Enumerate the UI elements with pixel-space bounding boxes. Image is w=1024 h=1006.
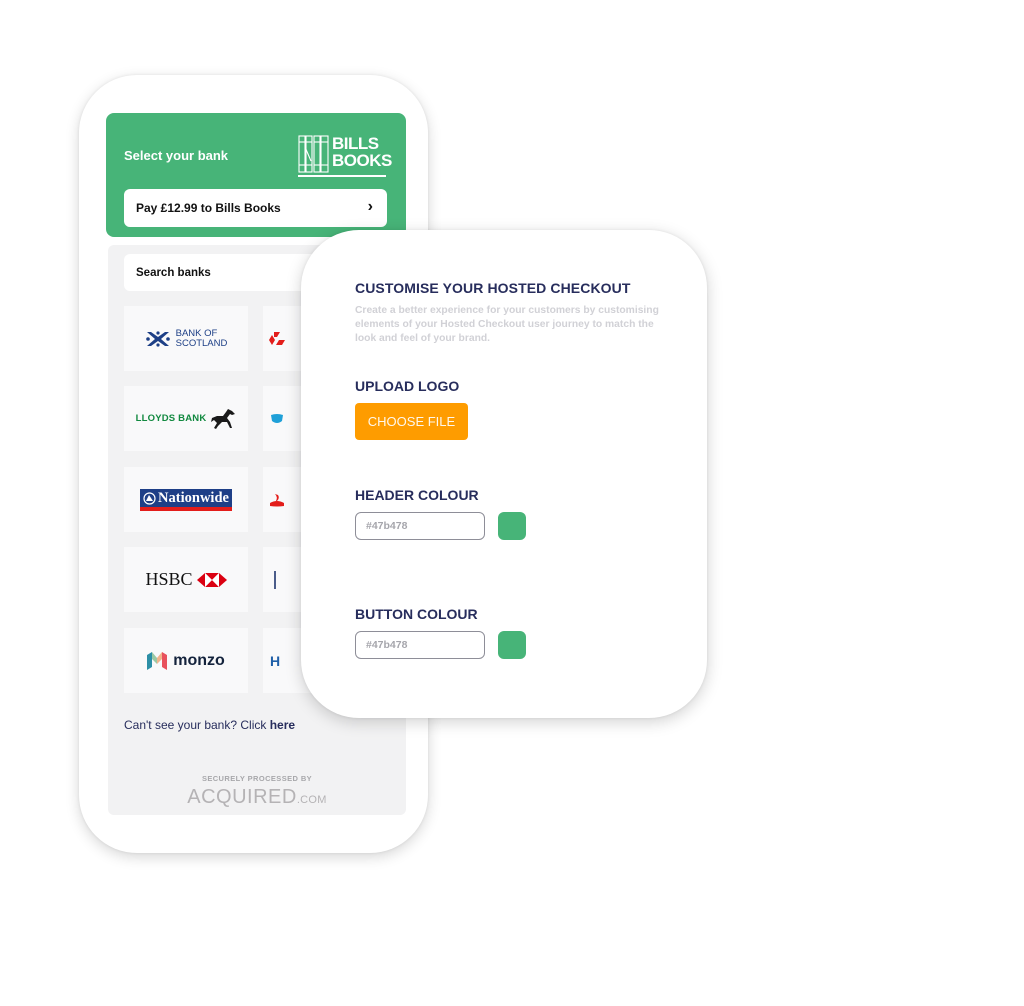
pay-button[interactable]: Pay £12.99 to Bills Books › — [124, 189, 387, 227]
bank-tile-lloyds[interactable]: LLOYDS BANK — [124, 386, 248, 451]
nationwide-emblem-icon — [143, 491, 156, 505]
customise-description: Create a better experience for your cust… — [355, 305, 659, 344]
pay-button-label: Pay £12.99 to Bills Books — [136, 201, 281, 215]
brand-line1: BILLS — [332, 134, 379, 153]
button-colour-input[interactable] — [355, 631, 485, 659]
bank-of-scotland-saltire-icon — [145, 330, 170, 347]
cant-see-bank-text: Can't see your bank? Click here — [124, 718, 295, 732]
choose-file-button[interactable]: CHOOSE FILE — [355, 403, 468, 440]
bills-books-logo: BILLS BOOKS — [298, 135, 392, 179]
lloyds-horse-icon — [211, 408, 236, 429]
header-colour-label: HEADER COLOUR — [355, 487, 479, 503]
monzo-label: monzo — [173, 651, 225, 669]
brand-line2: BOOKS — [332, 151, 392, 170]
customise-card: CUSTOMISE YOUR HOSTED CHECKOUT Create a … — [301, 230, 707, 718]
halifax-label: H — [269, 652, 281, 669]
upload-logo-label: UPLOAD LOGO — [355, 378, 460, 394]
button-colour-label: BUTTON COLOUR — [355, 606, 478, 622]
header-colour-input[interactable] — [355, 512, 485, 540]
acquired-main: ACQUIRED — [187, 786, 297, 808]
button-colour-swatch[interactable] — [498, 631, 526, 659]
cant-see-label: Can't see your bank? Click — [124, 718, 270, 732]
bank-tile-hsbc[interactable]: HSBC — [124, 547, 248, 612]
santander-flame-icon — [270, 493, 284, 506]
hsbc-hexagon-icon — [196, 572, 227, 587]
barclays-eagle-icon — [271, 413, 283, 423]
bank-tile-monzo[interactable]: monzo — [124, 628, 248, 693]
books-icon — [298, 135, 329, 173]
bank-tile-bank-of-scotland[interactable]: BANK OF SCOTLAND — [124, 306, 248, 371]
securely-processed-label: SECURELY PROCESSED BY — [201, 774, 313, 783]
natwest-cubes-icon — [269, 331, 285, 345]
nationwide-logo: Nationwide — [140, 488, 232, 511]
hsbc-label: HSBC — [145, 569, 193, 589]
chevron-right-icon: › — [367, 198, 373, 215]
monzo-m-icon — [147, 651, 168, 670]
header-title: Select your bank — [124, 148, 229, 163]
header-colour-swatch[interactable] — [498, 512, 526, 540]
cant-see-here-link[interactable]: here — [270, 718, 295, 732]
brand-underline — [298, 175, 386, 177]
acquired-logo: ACQUIRED.COM — [108, 786, 406, 809]
starling-mark-icon — [274, 570, 276, 589]
acquired-suffix: .COM — [296, 794, 327, 806]
brand-name: BILLS BOOKS — [332, 135, 392, 169]
checkout-header: Select your bank BILLS BOOKS Pay £12.99 … — [106, 113, 406, 237]
bank-tile-nationwide[interactable]: Nationwide — [124, 467, 248, 532]
bank-of-scotland-label: BANK OF SCOTLAND — [176, 329, 228, 348]
lloyds-label: LLOYDS BANK — [135, 413, 207, 424]
customise-title: CUSTOMISE YOUR HOSTED CHECKOUT — [355, 280, 631, 296]
nationwide-label: Nationwide — [158, 489, 229, 506]
bos-line2: SCOTLAND — [175, 337, 228, 349]
